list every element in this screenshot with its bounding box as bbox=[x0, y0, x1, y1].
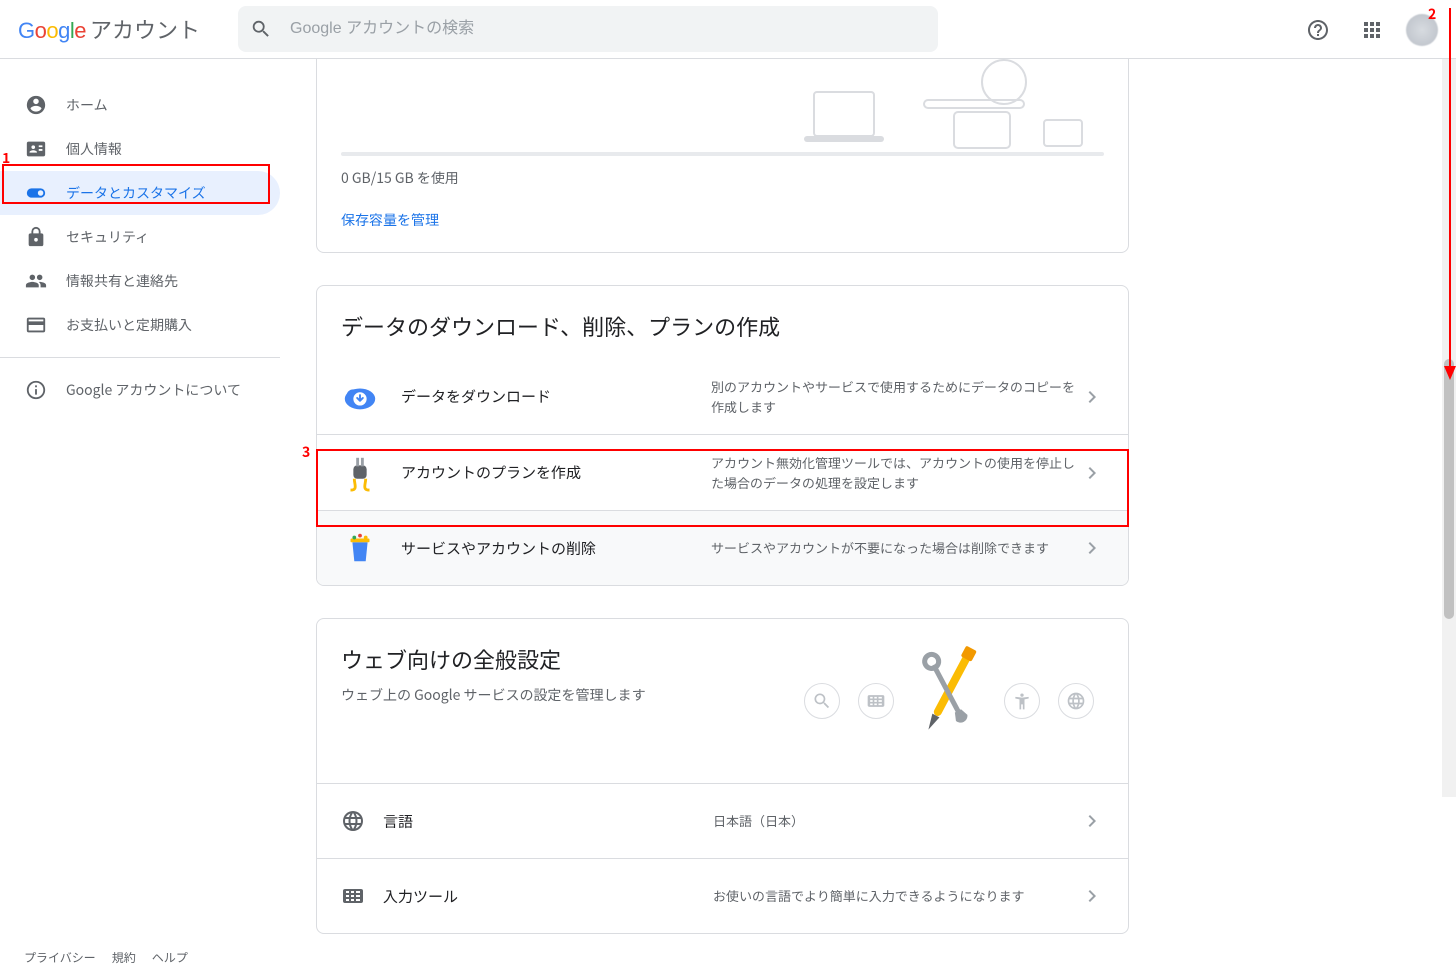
sidebar: ホーム 個人情報 データとカスタマイズ セキュリティ 情報共有と連絡先 お支払い… bbox=[0, 59, 280, 974]
search-box[interactable] bbox=[238, 6, 938, 52]
manage-storage-link[interactable]: 保存容量を管理 bbox=[341, 210, 439, 230]
scrollbar-thumb[interactable] bbox=[1444, 359, 1454, 619]
sidebar-item-label: 個人情報 bbox=[66, 139, 122, 159]
google-account-logo[interactable]: Google アカウント bbox=[18, 13, 200, 45]
sidebar-separator bbox=[0, 357, 280, 358]
storage-progress-bar bbox=[341, 152, 1104, 156]
web-settings-card: ウェブ向けの全般設定 ウェブ上の Google サービスの設定を管理します bbox=[316, 618, 1129, 934]
section-title: ウェブ向けの全般設定 bbox=[341, 643, 646, 675]
help-icon bbox=[1306, 18, 1330, 42]
storage-card: 0 GB/15 GB を使用 保存容量を管理 bbox=[316, 59, 1129, 253]
apps-grid-icon bbox=[1360, 18, 1384, 42]
sidebar-item-people-sharing[interactable]: 情報共有と連絡先 bbox=[0, 259, 280, 303]
home-icon bbox=[24, 93, 48, 117]
chevron-right-icon bbox=[1080, 809, 1104, 833]
chevron-right-icon bbox=[1080, 461, 1104, 485]
row-title: アカウントのプランを作成 bbox=[401, 462, 711, 483]
section-title: データのダウンロード、削除、プランの作成 bbox=[317, 310, 1128, 342]
id-card-icon bbox=[24, 137, 48, 161]
storage-illustration bbox=[317, 59, 1128, 152]
plug-icon bbox=[341, 454, 379, 492]
row-desc: アカウント無効化管理ツールでは、アカウントの使用を停止した場合のデータの処理を設… bbox=[711, 453, 1080, 492]
toggle-icon bbox=[24, 181, 48, 205]
sidebar-item-label: お支払いと定期購入 bbox=[66, 315, 192, 335]
row-desc: 日本語（日本） bbox=[713, 811, 1080, 831]
account-avatar[interactable] bbox=[1406, 14, 1438, 46]
globe-icon bbox=[341, 802, 365, 840]
magnifier-bubble-icon bbox=[804, 683, 840, 719]
sidebar-item-payments[interactable]: お支払いと定期購入 bbox=[0, 303, 280, 347]
row-language[interactable]: 言語 日本語（日本） bbox=[317, 783, 1128, 858]
header-actions bbox=[1298, 0, 1438, 59]
info-icon bbox=[24, 378, 48, 402]
row-title: サービスやアカウントの削除 bbox=[401, 538, 711, 559]
people-icon bbox=[24, 269, 48, 293]
sidebar-item-label: 情報共有と連絡先 bbox=[66, 271, 178, 291]
sidebar-item-personal-info[interactable]: 個人情報 bbox=[0, 127, 280, 171]
footer-links: プライバシー 規約 ヘルプ bbox=[24, 949, 188, 966]
storage-usage-label: 0 GB/15 GB を使用 bbox=[341, 168, 1104, 188]
row-download-data[interactable]: データをダウンロード 別のアカウントやサービスで使用するためにデータのコピーを作… bbox=[317, 358, 1128, 434]
chevron-right-icon bbox=[1080, 385, 1104, 409]
footer-privacy[interactable]: プライバシー bbox=[24, 949, 96, 966]
chevron-right-icon bbox=[1080, 536, 1104, 560]
sidebar-item-label: Google アカウントについて bbox=[66, 380, 241, 400]
tools-drawing bbox=[894, 643, 1004, 743]
row-title: 言語 bbox=[383, 811, 713, 832]
row-input-tools[interactable]: 入力ツール お使いの言語でより簡単に入力できるようになります bbox=[317, 858, 1128, 933]
accessibility-bubble-icon bbox=[1004, 683, 1040, 719]
row-desc: お使いの言語でより簡単に入力できるようになります bbox=[713, 886, 1080, 906]
sidebar-item-about[interactable]: Google アカウントについて bbox=[0, 368, 280, 412]
search-icon bbox=[250, 18, 272, 40]
google-logo-text: Google bbox=[18, 18, 86, 44]
row-account-plan[interactable]: アカウントのプランを作成 アカウント無効化管理ツールでは、アカウントの使用を停止… bbox=[317, 434, 1128, 510]
vertical-scrollbar[interactable] bbox=[1442, 59, 1456, 797]
footer-terms[interactable]: 規約 bbox=[112, 949, 136, 966]
lock-icon bbox=[24, 225, 48, 249]
devices-drawing bbox=[804, 59, 1104, 152]
row-desc: 別のアカウントやサービスで使用するためにデータのコピーを作成します bbox=[711, 377, 1080, 416]
header-bar: Google アカウント bbox=[0, 0, 1456, 59]
sidebar-item-label: セキュリティ bbox=[66, 227, 149, 247]
section-subtitle: ウェブ上の Google サービスの設定を管理します bbox=[341, 685, 646, 705]
data-management-card: データのダウンロード、削除、プランの作成 データをダウンロード 別のアカウントや… bbox=[316, 285, 1129, 586]
trash-icon bbox=[341, 529, 379, 567]
help-button[interactable] bbox=[1298, 10, 1338, 50]
row-desc: サービスやアカウントが不要になった場合は削除できます bbox=[711, 538, 1080, 558]
footer-help[interactable]: ヘルプ bbox=[152, 949, 188, 966]
main-content: 0 GB/15 GB を使用 保存容量を管理 データのダウンロード、削除、プラン… bbox=[280, 59, 1456, 974]
product-name: アカウント bbox=[90, 13, 200, 45]
keyboard-bubble-icon bbox=[858, 683, 894, 719]
row-delete-service-account[interactable]: サービスやアカウントの削除 サービスやアカウントが不要になった場合は削除できます bbox=[317, 510, 1128, 585]
row-title: データをダウンロード bbox=[401, 386, 711, 407]
download-cloud-icon bbox=[341, 378, 379, 416]
sidebar-item-security[interactable]: セキュリティ bbox=[0, 215, 280, 259]
credit-card-icon bbox=[24, 313, 48, 337]
row-title: 入力ツール bbox=[383, 886, 713, 907]
keyboard-icon bbox=[341, 877, 365, 915]
google-apps-button[interactable] bbox=[1352, 10, 1392, 50]
chevron-right-icon bbox=[1080, 884, 1104, 908]
sidebar-item-data-personalization[interactable]: データとカスタマイズ bbox=[0, 171, 280, 215]
search-input[interactable] bbox=[288, 19, 926, 39]
sidebar-item-label: ホーム bbox=[66, 95, 108, 115]
sidebar-item-home[interactable]: ホーム bbox=[0, 83, 280, 127]
sidebar-item-label: データとカスタマイズ bbox=[66, 183, 206, 203]
web-settings-illustration bbox=[804, 643, 1104, 743]
globe-bubble-icon bbox=[1058, 683, 1094, 719]
